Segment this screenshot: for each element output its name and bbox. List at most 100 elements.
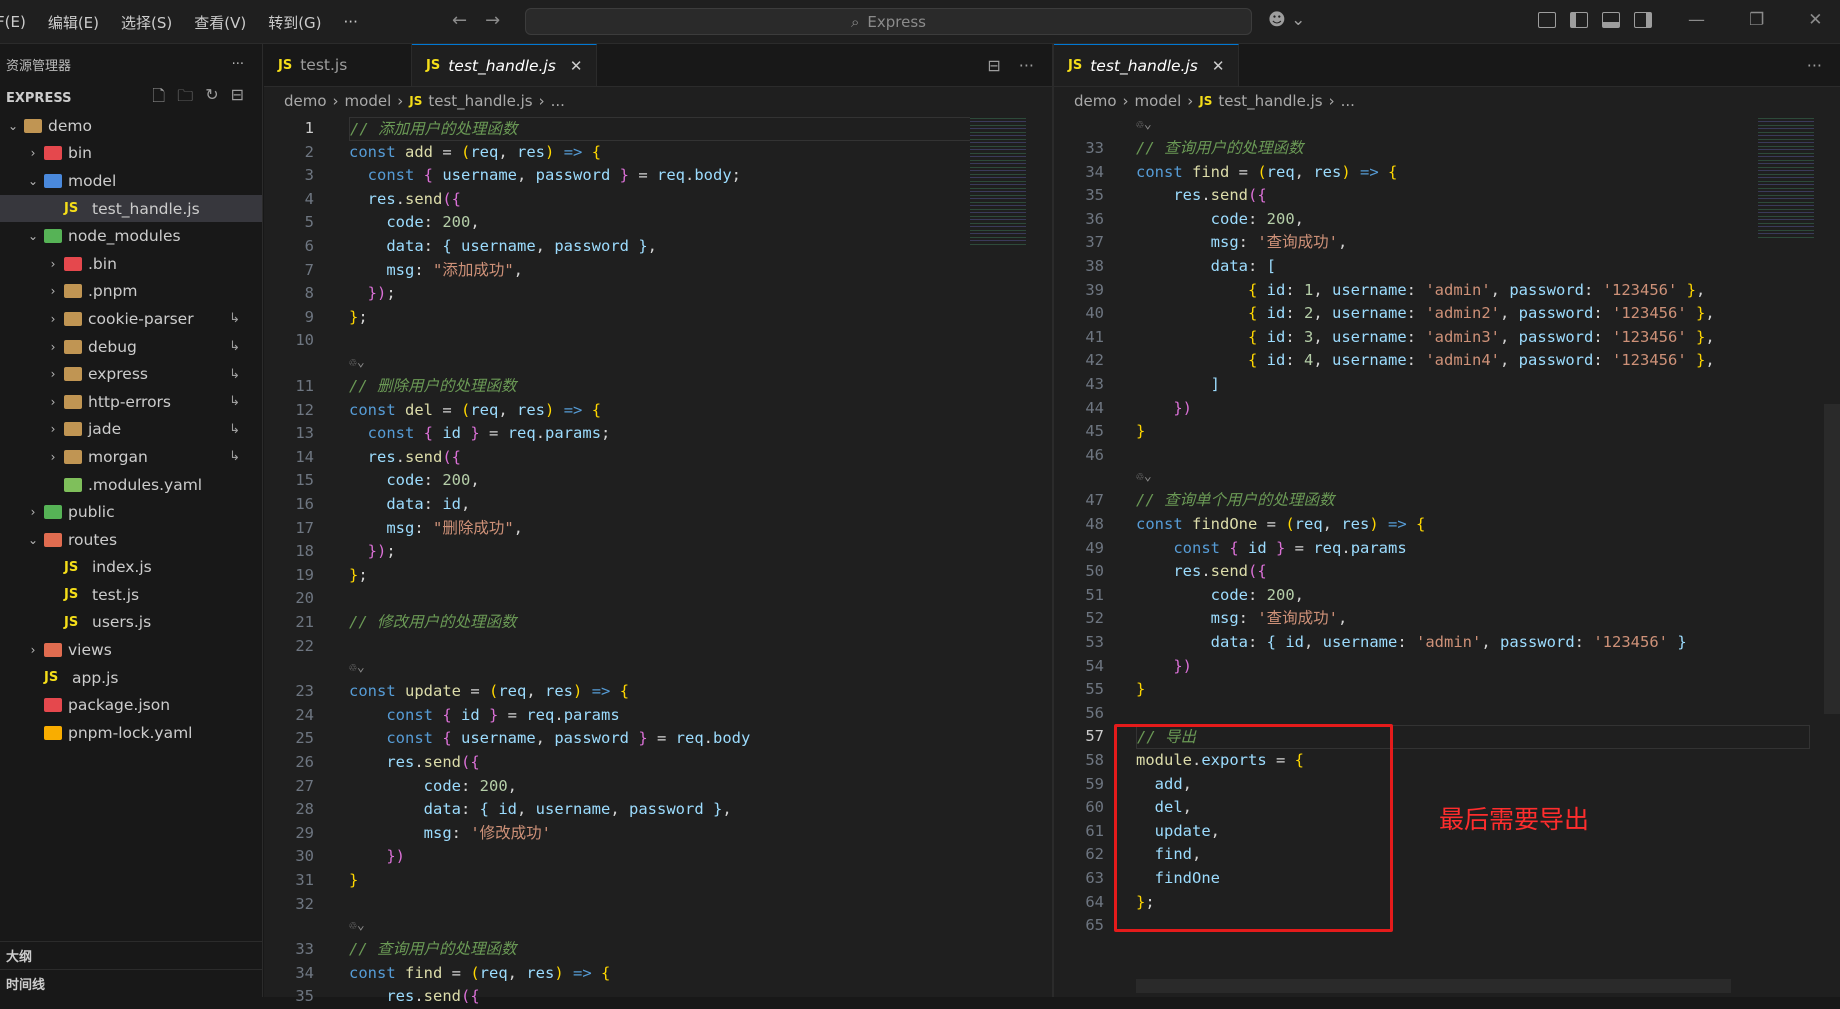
- tab-test-handle-js[interactable]: JS test_handle.js ✕: [412, 44, 598, 86]
- codelens-hint[interactable]: ♲⌄: [1136, 115, 1152, 135]
- tree-item[interactable]: › http-errors ↳: [0, 388, 262, 416]
- code-line[interactable]: const { id } = req.params: [1136, 537, 1406, 561]
- minimize-icon[interactable]: —: [1688, 10, 1705, 30]
- code-line[interactable]: msg: "添加成功",: [349, 259, 523, 283]
- menu-item[interactable]: F(E): [0, 13, 37, 31]
- code-line[interactable]: res.send({: [349, 751, 479, 775]
- menu-item[interactable]: 选择(S): [110, 12, 183, 33]
- tree-item[interactable]: JS users.js: [0, 609, 262, 637]
- code-line[interactable]: }): [1136, 655, 1192, 679]
- code-line[interactable]: const { username, password } = req.body: [349, 727, 750, 751]
- customize-layout-icon[interactable]: [1538, 12, 1556, 28]
- code-line[interactable]: }): [1136, 397, 1192, 421]
- tree-item[interactable]: pnpm-lock.yaml: [0, 719, 262, 747]
- breadcrumb-model[interactable]: model: [345, 92, 392, 110]
- left-code-area[interactable]: 1 // 添加用户的处理函数 2 const add = (req, res) => …: [264, 115, 1052, 1005]
- tree-item[interactable]: › views: [0, 636, 262, 664]
- codelens-hint[interactable]: ♲⌄: [349, 916, 365, 936]
- tree-item[interactable]: JS test.js: [0, 581, 262, 609]
- code-line[interactable]: res.send({: [1136, 184, 1266, 208]
- codelens-hint[interactable]: ♲⌄: [1136, 467, 1152, 487]
- code-line[interactable]: }: [349, 869, 358, 893]
- tree-item[interactable]: › express ↳: [0, 360, 262, 388]
- code-line[interactable]: }: [1136, 678, 1145, 702]
- tree-item[interactable]: › .bin: [0, 250, 262, 278]
- breadcrumb-file[interactable]: test_handle.js: [1218, 92, 1322, 110]
- menu-item[interactable]: 编辑(E): [37, 12, 110, 33]
- code-line[interactable]: const add = (req, res) => {: [349, 141, 601, 165]
- toggle-panel-icon[interactable]: [1602, 12, 1620, 28]
- tab-test-js[interactable]: JS test.js: [264, 44, 412, 86]
- breadcrumb-demo[interactable]: demo: [284, 92, 327, 110]
- code-line[interactable]: { id: 2, username: 'admin2', password: '…: [1136, 302, 1715, 326]
- tree-item[interactable]: › bin: [0, 140, 262, 168]
- code-line[interactable]: data: id,: [349, 493, 470, 517]
- code-line[interactable]: code: 200,: [349, 211, 479, 235]
- code-line[interactable]: const update = (req, res) => {: [349, 680, 629, 704]
- tree-item[interactable]: package.json: [0, 691, 262, 719]
- refresh-icon[interactable]: ↻: [205, 85, 218, 112]
- workspace-section[interactable]: EXPRESS 🗋 🗀 ↻ ⊟: [0, 84, 262, 112]
- code-line[interactable]: }): [349, 845, 405, 869]
- outline-section[interactable]: 大纲: [0, 941, 263, 969]
- tree-item[interactable]: › jade ↳: [0, 416, 262, 444]
- restore-icon[interactable]: ❐: [1749, 10, 1764, 30]
- tree-item[interactable]: › public: [0, 498, 262, 526]
- toggle-sidebar-icon[interactable]: [1570, 12, 1588, 28]
- code-line[interactable]: const { id } = req.params: [349, 704, 619, 728]
- tree-item[interactable]: ⌄ routes: [0, 526, 262, 554]
- vertical-scrollbar[interactable]: [1824, 404, 1840, 714]
- tree-item[interactable]: › debug ↳: [0, 333, 262, 361]
- tree-item[interactable]: JS test_handle.js: [0, 194, 262, 223]
- timeline-section[interactable]: 时间线: [0, 969, 263, 997]
- breadcrumb-symbol[interactable]: ...: [1341, 92, 1355, 110]
- code-line[interactable]: // 查询单个用户的处理函数: [1136, 489, 1335, 513]
- codelens-hint[interactable]: ♲⌄: [349, 353, 365, 373]
- collapse-all-icon[interactable]: ⊟: [231, 85, 244, 112]
- code-line[interactable]: msg: '查询成功',: [1136, 607, 1348, 631]
- code-line[interactable]: code: 200,: [349, 469, 479, 493]
- menu-item[interactable]: 查看(V): [183, 12, 257, 33]
- code-line[interactable]: ]: [1136, 373, 1220, 397]
- more-actions-icon[interactable]: ···: [1019, 56, 1034, 75]
- tree-item[interactable]: JS app.js: [0, 664, 262, 692]
- code-line[interactable]: const del = (req, res) => {: [349, 399, 601, 423]
- breadcrumb-symbol[interactable]: ...: [551, 92, 565, 110]
- tree-item[interactable]: › .pnpm: [0, 278, 262, 306]
- horizontal-scrollbar[interactable]: [1136, 979, 1731, 993]
- code-line[interactable]: { id: 4, username: 'admin4', password: '…: [1136, 349, 1715, 373]
- code-line[interactable]: res.send({: [1136, 560, 1266, 584]
- code-line[interactable]: const find = (req, res) => {: [1136, 161, 1397, 185]
- more-actions-icon[interactable]: ···: [232, 57, 244, 72]
- code-line[interactable]: };: [349, 306, 368, 330]
- tree-item[interactable]: .modules.yaml: [0, 471, 262, 499]
- code-line[interactable]: const { username, password } = req.body;: [349, 164, 741, 188]
- tree-item[interactable]: JS index.js: [0, 554, 262, 582]
- code-line[interactable]: // 修改用户的处理函数: [349, 611, 517, 635]
- code-line[interactable]: code: 200,: [1136, 584, 1304, 608]
- code-line[interactable]: const { id } = req.params;: [349, 422, 611, 446]
- code-line[interactable]: });: [349, 282, 396, 306]
- tree-item[interactable]: › morgan ↳: [0, 443, 262, 471]
- minimap[interactable]: [1758, 115, 1814, 240]
- more-actions-icon[interactable]: ···: [1807, 56, 1822, 75]
- code-line[interactable]: data: [: [1136, 255, 1276, 279]
- code-line[interactable]: // 查询用户的处理函数: [1136, 137, 1304, 161]
- code-line[interactable]: const findOne = (req, res) => {: [1136, 513, 1425, 537]
- code-line[interactable]: // 删除用户的处理函数: [349, 375, 517, 399]
- code-line[interactable]: res.send({: [349, 188, 461, 212]
- code-line[interactable]: msg: "删除成功",: [349, 517, 523, 541]
- minimap[interactable]: [970, 115, 1026, 245]
- back-arrow-icon[interactable]: ←: [452, 10, 467, 31]
- code-line[interactable]: { id: 3, username: 'admin3', password: '…: [1136, 326, 1715, 350]
- code-line[interactable]: const find = (req, res) => {: [349, 962, 610, 986]
- command-center-search[interactable]: ⌕ Express: [525, 8, 1252, 35]
- toggle-secondary-sidebar-icon[interactable]: [1634, 12, 1652, 28]
- forward-arrow-icon[interactable]: →: [485, 10, 500, 31]
- code-line[interactable]: };: [349, 564, 368, 588]
- tree-item[interactable]: › cookie-parser ↳: [0, 305, 262, 333]
- close-icon[interactable]: ✕: [1808, 10, 1822, 30]
- code-line[interactable]: // 添加用户的处理函数: [349, 117, 1022, 141]
- code-line[interactable]: data: { username, password },: [349, 235, 657, 259]
- code-line[interactable]: msg: '查询成功',: [1136, 231, 1348, 255]
